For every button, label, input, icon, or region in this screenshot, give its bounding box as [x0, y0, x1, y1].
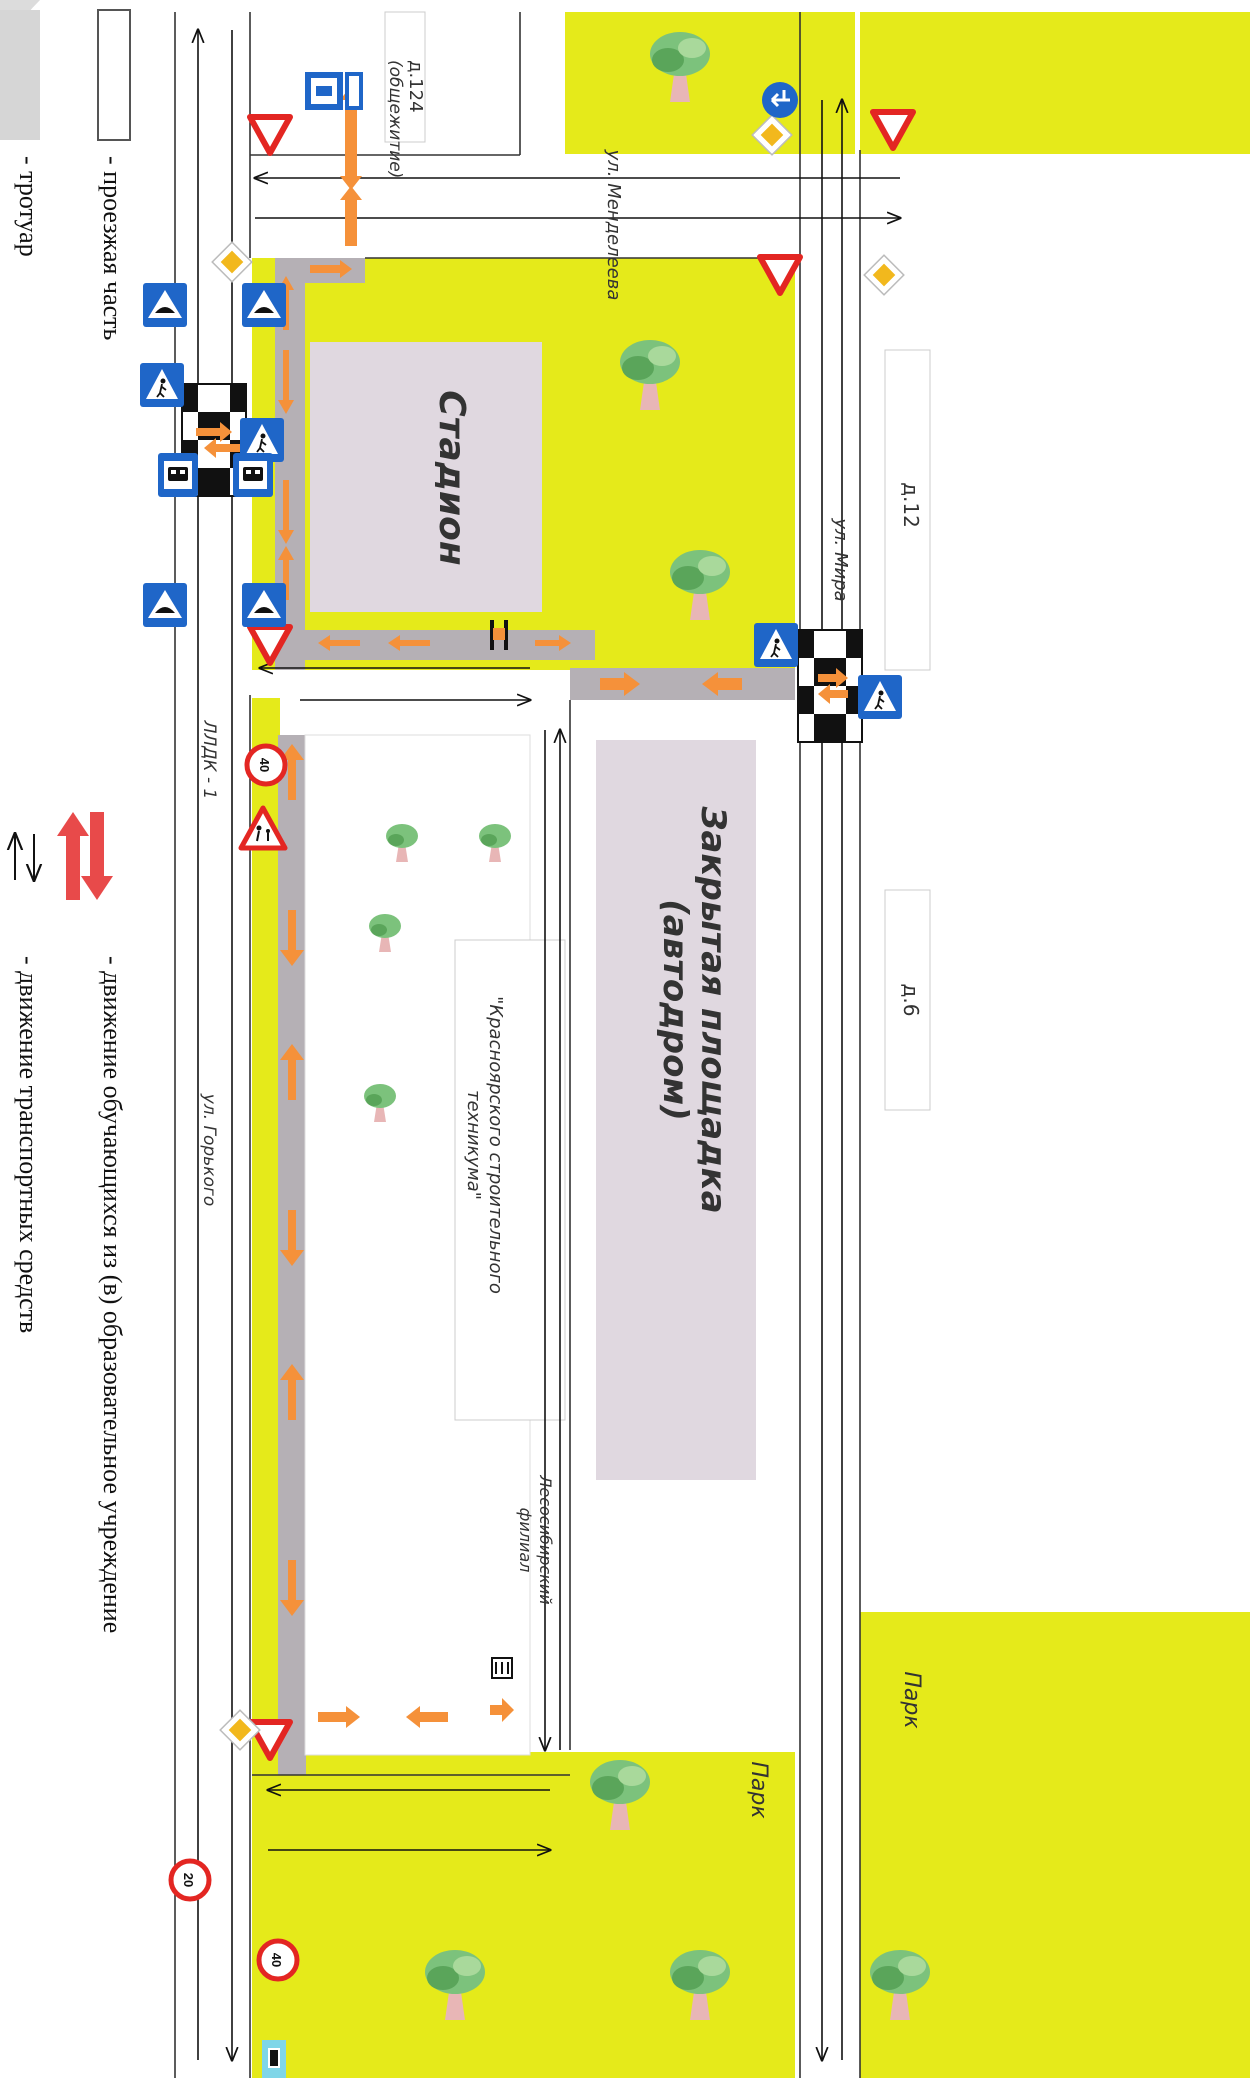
grass-strip	[252, 698, 280, 1778]
park-label-top: Парк	[899, 1671, 924, 1729]
park-grass	[252, 1752, 795, 2078]
speed-limit-sign-bottom-value: 40	[269, 1953, 284, 1967]
speed-limit-sign-top: 40	[247, 746, 285, 784]
map-area: 40 40 20 Стадион Закрытая площадка (авто…	[139, 8, 1250, 2078]
legend-roadway-label: - проезжая часть	[98, 156, 127, 341]
legend-roadway-swatch	[97, 9, 131, 141]
house-6-label: д.6	[899, 984, 923, 1017]
school-route-map: - проезжая часть - тротуар - движение об…	[0, 0, 1250, 2078]
legend-sidewalk-swatch	[0, 10, 40, 140]
parking-end-sign-icon	[262, 2040, 286, 2078]
speed-limit-sign-top-value: 40	[257, 758, 272, 772]
autodrome-label-line2: (автодром)	[655, 899, 695, 1121]
bus-stop-sign-icon	[158, 453, 198, 497]
direction-sign-icon	[762, 82, 798, 118]
legend-vehicle-arrow-icon	[15, 834, 34, 880]
legend-sidewalk-label: - тротуар	[14, 156, 43, 257]
dormitory-label: (общежитие)	[385, 60, 405, 178]
branch-label-line1: Лесосибирский	[536, 1474, 555, 1604]
street-mira-label: ул. Мира	[830, 517, 851, 601]
grass-block	[565, 12, 855, 154]
speed-bump-sign-icon	[242, 583, 286, 627]
stadium	[310, 342, 542, 612]
park-label-inner: Парк	[746, 1761, 771, 1819]
legend-student-arrow-icon	[57, 812, 113, 900]
pedestrian-crossing-sign-icon	[753, 622, 799, 668]
street-gorkogo-label: ул. Горького	[199, 1093, 219, 1206]
speed-bump-sign-icon	[143, 283, 187, 327]
grass-block	[860, 12, 1250, 154]
speed-bump-sign-icon	[242, 283, 286, 327]
legend-student-label: - движение обучающихся из (в) образовате…	[98, 956, 127, 1633]
pedestrian-crossing-sign-icon	[139, 362, 185, 408]
speed-bump-sign-icon	[143, 583, 187, 627]
dormitory-entrance-sign-icon	[345, 72, 363, 110]
legend: - проезжая часть - тротуар - движение об…	[0, 0, 131, 1633]
stadium-label: Стадион	[431, 390, 472, 565]
street-mendeleeva-label: ул. Менделеева	[603, 149, 624, 301]
street-lldk-label: ЛЛДК - 1	[199, 720, 219, 800]
pedestrian-crossing-sign-icon	[857, 674, 903, 720]
technikum-label-line1: "Красноярского строительного	[485, 996, 506, 1294]
bus-stop-sign-icon	[233, 453, 273, 497]
autodrome-label-line1: Закрытая площадка	[693, 805, 733, 1213]
branch-label-line2: филиал	[516, 1508, 535, 1573]
speed-limit-sign-gorkogo: 20	[171, 1861, 209, 1899]
entrance-door-icon	[491, 1657, 513, 1679]
speed-limit-sign-bottom: 40	[259, 1941, 297, 1979]
parking-sign-icon	[305, 72, 343, 110]
technikum-label-line2: техникума"	[463, 1090, 484, 1200]
house-12-label: д.12	[899, 482, 923, 528]
house-124-label: д.124	[405, 60, 426, 113]
speed-limit-sign-gorkogo-value: 20	[181, 1873, 196, 1887]
legend-vehicle-label: - движение транспортных средств	[14, 956, 43, 1333]
